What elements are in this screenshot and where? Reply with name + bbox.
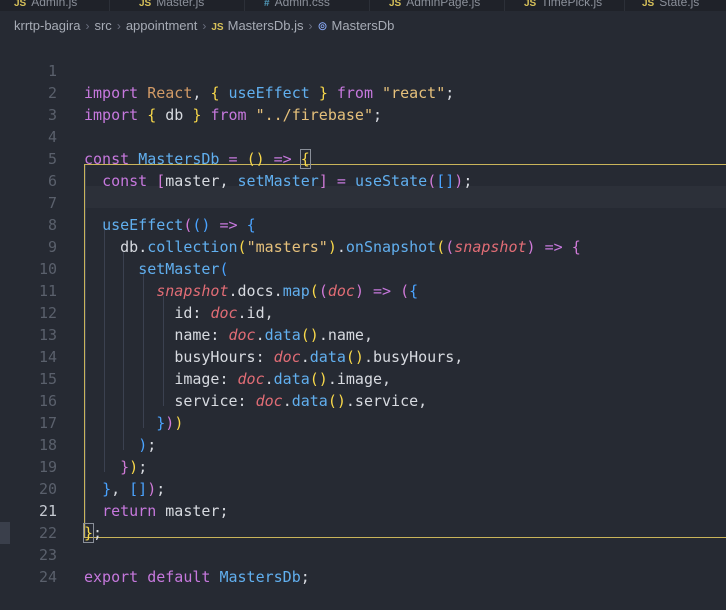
code-line: 15 service: doc.data().service, [0,346,726,410]
chevron-right-icon: › [202,19,207,33]
tab-adminpage-js[interactable]: JS AdminPage.js [375,0,505,11]
js-file-icon: JS [14,0,27,9]
breadcrumb-folder-src[interactable]: src [94,18,111,33]
code-line: 12 name: doc.data().name, [0,280,726,344]
code-line: 6 [0,148,726,190]
code-line: 23 export default MastersDb; [0,522,726,586]
code-line: 20 return master; [0,456,726,520]
tab-label: Admin.css [274,0,330,9]
breadcrumb-folder-appointment[interactable]: appointment [126,18,198,33]
tab-master-js[interactable]: JS Master.js [125,0,245,11]
chevron-right-icon: › [116,19,121,33]
js-file-icon: JS [389,0,402,9]
js-file-icon: JS [524,0,537,9]
tab-admin-js[interactable]: JS Admin.js [0,0,110,11]
code-line: 1 import React, { useEffect } from "reac… [0,38,726,102]
code-editor[interactable]: 1 import React, { useEffect } from "reac… [0,37,726,591]
code-line: 2 import { db } from "../firebase"; [0,60,726,124]
code-line: 5 const [master, setMaster] = useState([… [0,126,726,190]
symbol-icon: ⊚ [317,19,328,33]
tab-label: Master.js [156,0,205,9]
code-line: 9 setMaster( [0,214,726,278]
code-line: 17 ); [0,390,726,454]
breadcrumb-project[interactable]: krrtp-bagira [14,18,80,33]
code-line: 8 db.collection("masters").onSnapshot((s… [0,192,726,256]
code-line: 16 })) [0,368,726,432]
line-code: export default MastersDb; [84,568,310,586]
line-number: 24 [38,568,57,586]
code-line: 11 id: doc.id, [0,258,726,322]
code-line: 18 }); [0,412,726,476]
css-file-icon: # [264,0,270,9]
tab-label: State.js [659,0,700,9]
breadcrumb-symbol[interactable]: MastersDb [332,18,395,33]
tab-state-js[interactable]: JS State.js [628,0,726,11]
code-line: 3 [0,82,726,124]
tab-label: Admin.js [31,0,78,9]
code-line: 4 const MastersDb = () => { [0,104,726,169]
js-file-icon: JS [139,0,152,9]
tab-timepick-js[interactable]: JS TimePick.js [510,0,625,11]
js-file-icon: JS [211,22,224,33]
chevron-right-icon: › [308,19,313,33]
editor-tab-bar: JS Admin.js JS Master.js # Admin.css JS Admi… [0,0,726,11]
code-line: 21 }; [0,478,726,543]
breadcrumb: krrtp-bagira › src › appointment › JS MastersDb… [0,14,726,38]
tab-admin-css[interactable]: # Admin.css [250,0,370,11]
tab-label: AdminPage.js [406,0,481,9]
tab-label: TimePick.js [541,0,603,9]
chevron-right-icon: › [85,19,90,33]
code-line: 19 }, []); [0,434,726,498]
code-line: 14 image: doc.data().image, [0,324,726,388]
code-line: 13 busyHours: doc.data().busyHours, [0,302,726,366]
code-line: 10 snapshot.docs.map((doc) => ({ [0,236,726,300]
code-line: 22 [0,500,726,542]
code-line: 24 [0,544,726,586]
js-file-icon: JS [642,0,655,9]
code-line: 7 useEffect(() => { [0,170,726,234]
breadcrumb-file[interactable]: MastersDb.js [228,18,304,33]
